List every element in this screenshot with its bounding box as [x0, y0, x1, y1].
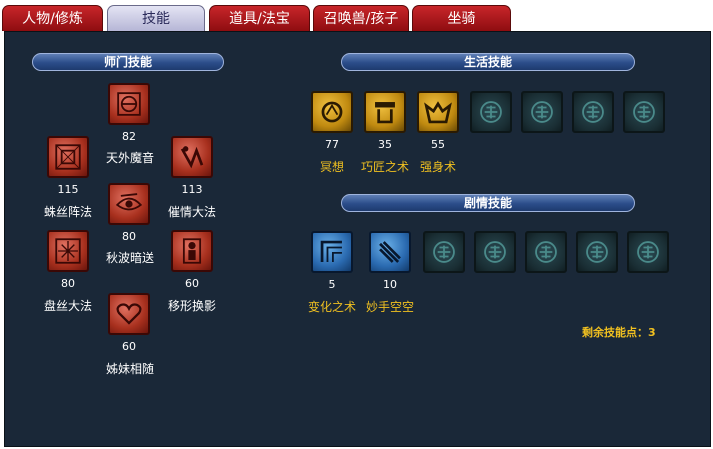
skill-name: 强身术 — [419, 160, 456, 174]
strengthen-icon[interactable] — [417, 91, 459, 133]
silk-maze-icon[interactable] — [47, 230, 89, 272]
tab-bar: 人物/修炼 技能 道具/法宝 召唤兽/孩子 坐骑 — [0, 0, 713, 32]
skill-level: 115 — [57, 183, 79, 196]
skill-name: 天外魔音 — [105, 151, 154, 165]
skill-level: 10 — [383, 278, 397, 291]
shadow-move-icon[interactable] — [171, 230, 213, 272]
life-skills-header: 生活技能 — [341, 53, 635, 71]
transform-icon[interactable] — [311, 231, 353, 273]
tab-skills[interactable]: 技能 — [107, 5, 205, 31]
skill-name: 蛛丝阵法 — [43, 205, 92, 219]
skill-name: 秋波暗送 — [105, 251, 154, 265]
school-skills-header: 师门技能 — [32, 53, 224, 71]
locked-slot-icon — [525, 231, 567, 273]
spider-web-icon[interactable] — [47, 136, 89, 178]
charm-icon[interactable] — [171, 136, 213, 178]
locked-slot-icon — [572, 91, 614, 133]
skill-level: 60 — [185, 277, 199, 290]
tab-pets[interactable]: 召唤兽/孩子 — [313, 5, 409, 31]
tab-mount[interactable]: 坐骑 — [412, 5, 511, 31]
demon-sound-icon[interactable] — [108, 83, 150, 125]
skill-level: 80 — [122, 230, 136, 243]
skill-level: 60 — [122, 340, 136, 353]
skill-level: 35 — [378, 138, 392, 151]
tab-items[interactable]: 道具/法宝 — [209, 5, 310, 31]
skill-level: 113 — [181, 183, 203, 196]
skill-level: 77 — [325, 138, 339, 151]
locked-slot-icon — [423, 231, 465, 273]
skill-level: 55 — [431, 138, 445, 151]
remaining-skill-points: 剩余技能点：3 — [582, 326, 656, 339]
skill-name: 姊妹相随 — [105, 362, 154, 376]
skill-level: 82 — [122, 130, 136, 143]
steal-icon[interactable] — [369, 231, 411, 273]
story-skills-header: 剧情技能 — [341, 194, 635, 212]
locked-slot-icon — [576, 231, 618, 273]
locked-slot-icon — [623, 91, 665, 133]
locked-slot-icon — [470, 91, 512, 133]
locked-slot-icon — [627, 231, 669, 273]
craftsman-icon[interactable] — [364, 91, 406, 133]
skill-level: 80 — [61, 277, 75, 290]
skill-name: 移形换影 — [167, 299, 216, 313]
skill-name: 妙手空空 — [365, 300, 414, 314]
tab-character[interactable]: 人物/修炼 — [2, 5, 103, 31]
meditation-icon[interactable] — [311, 91, 353, 133]
locked-slot-icon — [474, 231, 516, 273]
locked-slot-icon — [521, 91, 563, 133]
eye-wink-icon[interactable] — [108, 183, 150, 225]
skill-level: 5 — [328, 278, 336, 291]
heart-icon[interactable] — [108, 293, 150, 335]
skill-name: 催情大法 — [167, 205, 216, 219]
skill-name: 盘丝大法 — [43, 299, 92, 313]
